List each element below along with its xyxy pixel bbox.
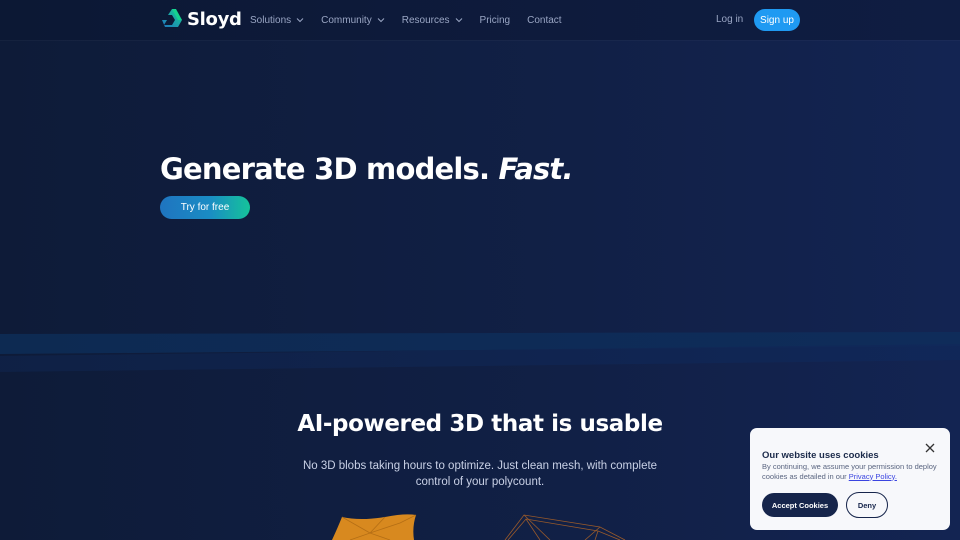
signup-button[interactable]: Sign up	[754, 9, 800, 31]
nav-item-resources[interactable]: Resources	[402, 15, 463, 26]
wireframe-3d-model-image	[504, 514, 626, 540]
chevron-down-icon	[296, 18, 304, 23]
nav-label: Solutions	[250, 14, 292, 26]
chevron-down-icon	[455, 18, 462, 23]
deny-cookies-button[interactable]: Deny	[846, 492, 888, 518]
hero-title: Generate 3D models. Fast.	[160, 152, 574, 186]
logo[interactable]: Sloyd	[160, 7, 242, 31]
nav-item-pricing[interactable]: Pricing	[480, 15, 511, 26]
cookie-title: Our website uses cookies	[762, 450, 879, 461]
cookie-text: By continuing, we assume your permission…	[762, 462, 942, 481]
nav-item-solutions[interactable]: Solutions	[250, 15, 304, 26]
logo-text: Sloyd	[187, 8, 242, 30]
nav-item-community[interactable]: Community	[321, 15, 385, 26]
nav-label: Pricing	[479, 14, 511, 26]
try-for-free-button[interactable]: Try for free	[160, 196, 250, 219]
sloyd-logo-icon	[162, 9, 182, 27]
cookie-banner: Our website uses cookies By continuing, …	[750, 428, 950, 530]
top-navbar: Sloyd Solutions Community Resources Pric…	[0, 0, 960, 40]
nav-links: Solutions Community Resources Pricing Co…	[250, 0, 579, 40]
nav-item-contact[interactable]: Contact	[527, 15, 561, 26]
close-icon[interactable]	[924, 442, 936, 454]
nav-label: Contact	[527, 14, 562, 26]
privacy-policy-link[interactable]: Privacy Policy.	[849, 472, 897, 481]
nav-label: Community	[321, 14, 372, 26]
solid-3d-model-image	[332, 514, 417, 540]
login-link[interactable]: Log in	[716, 14, 743, 25]
nav-label: Resources	[401, 14, 450, 26]
hero-title-emphasis: Fast.	[498, 152, 574, 186]
features-subtitle: No 3D blobs taking hours to optimize. Ju…	[302, 460, 658, 488]
accept-cookies-button[interactable]: Accept Cookies	[762, 493, 838, 517]
chevron-down-icon	[377, 18, 385, 23]
hero-title-main: Generate 3D models.	[160, 152, 490, 186]
